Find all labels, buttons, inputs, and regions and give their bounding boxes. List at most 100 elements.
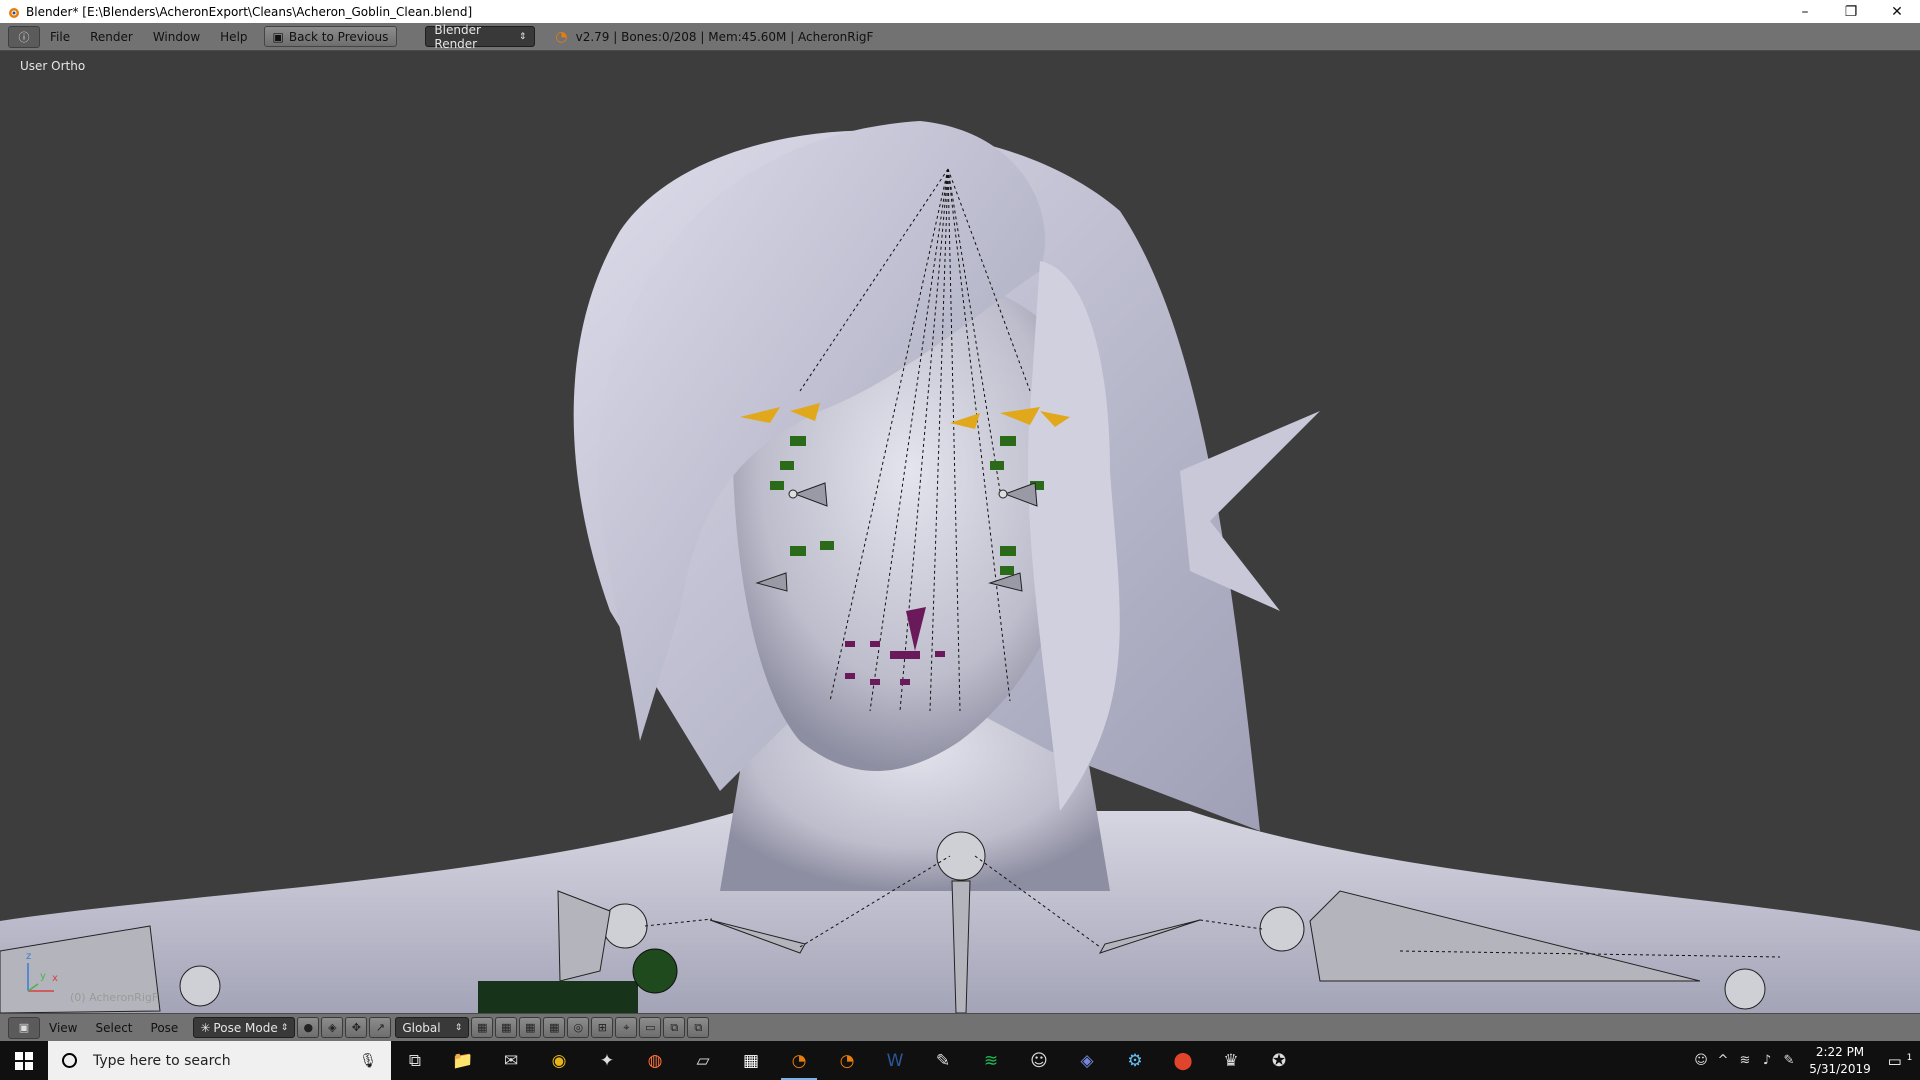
- selected-bone-block: [478, 981, 638, 1013]
- restore-button[interactable]: ❐: [1828, 0, 1874, 23]
- mail-icon: ✉: [503, 1050, 519, 1071]
- manipulator-icon: ✥: [351, 1021, 361, 1034]
- taskbar-app-steam[interactable]: ⚙: [1111, 1041, 1159, 1080]
- taskbar-app-blender-a[interactable]: ◔: [775, 1041, 823, 1080]
- copy-icon: ⧉: [670, 1020, 679, 1034]
- microphone-icon[interactable]: 🎙: [359, 1053, 377, 1069]
- people-icon[interactable]: ☺: [1690, 1053, 1712, 1068]
- layer-button-3[interactable]: ▦: [519, 1017, 542, 1038]
- taskbar-app-discord[interactable]: ◈: [1063, 1041, 1111, 1080]
- steam-icon: ⚙: [1127, 1050, 1143, 1071]
- render-engine-select[interactable]: Blender Render ⇕: [425, 23, 536, 51]
- render-engine-label: Blender Render: [434, 22, 481, 51]
- menu-file[interactable]: File: [40, 30, 80, 44]
- system-tray: ☺ ^ ≋ ♪ ✎ 2:22 PM 5/31/2019 ▭ 1: [1690, 1041, 1920, 1080]
- chrome-icon: ◉: [551, 1050, 567, 1071]
- copy-pose-button[interactable]: ⧉: [663, 1017, 686, 1038]
- menu-window[interactable]: Window: [143, 30, 210, 44]
- blender-b-icon: ◔: [839, 1050, 855, 1071]
- task-view-icon: ⧉: [408, 1050, 422, 1071]
- back-to-previous-label: Back to Previous: [288, 29, 389, 44]
- blender-stats-icon: ◔: [555, 28, 568, 45]
- notification-count: 1: [1906, 1052, 1913, 1063]
- windows-taskbar: Type here to search 🎙 ⧉ 📁 ✉ ◉ ✦ ◍ ▱ ▦ ◔ ◔ W ✎ ≋ ☺ ◈ ⚙ ⬤ ♛…: [0, 1041, 1920, 1080]
- taskbar-app-mail[interactable]: ✉: [487, 1041, 535, 1080]
- info-icon: ⓘ: [18, 30, 30, 44]
- taskbar-app-file-explorer[interactable]: 📁: [439, 1041, 487, 1080]
- taskbar-app-word[interactable]: W: [871, 1041, 919, 1080]
- clock-date: 5/31/2019: [1809, 1061, 1871, 1076]
- taskbar-search-box[interactable]: Type here to search 🎙: [48, 1041, 391, 1080]
- pen-icon[interactable]: ✎: [1778, 1053, 1800, 1068]
- shading-button[interactable]: ●: [297, 1017, 320, 1038]
- pivot-button[interactable]: ◈: [321, 1017, 344, 1038]
- menu-select[interactable]: Select: [86, 1021, 141, 1035]
- wifi-icon[interactable]: ≋: [1734, 1053, 1756, 1068]
- start-button[interactable]: [0, 1041, 48, 1080]
- manipulator-button[interactable]: ✥: [345, 1017, 368, 1038]
- layer-button-2[interactable]: ▦: [495, 1017, 518, 1038]
- axis-x-label: x: [52, 973, 58, 984]
- cube-icon: ▣: [18, 1021, 30, 1034]
- back-to-previous-button[interactable]: ▣ Back to Previous: [263, 26, 398, 47]
- layer-button-1[interactable]: ▦: [471, 1017, 494, 1038]
- taskbar-app-task-view[interactable]: ⧉: [391, 1041, 439, 1080]
- snap-target-button[interactable]: ⌖: [615, 1017, 638, 1038]
- proportional-edit-button[interactable]: ◎: [567, 1017, 590, 1038]
- clock[interactable]: 2:22 PM 5/31/2019: [1800, 1044, 1880, 1078]
- menu-view[interactable]: View: [40, 1021, 86, 1035]
- window-title: Blender* [E:\Blenders\AcheronExport\Clea…: [26, 4, 473, 19]
- word-icon: W: [886, 1050, 904, 1071]
- speech-bubble-icon: ▭: [1887, 1051, 1902, 1070]
- spotify-icon: ≋: [983, 1050, 999, 1071]
- taskbar-app-firefox[interactable]: ◍: [631, 1041, 679, 1080]
- mode-select[interactable]: ✳ Pose Mode ⇕: [193, 1017, 296, 1038]
- proportional-icon: ◎: [573, 1021, 584, 1034]
- solid-sphere-icon: ●: [303, 1021, 314, 1034]
- menu-help[interactable]: Help: [210, 30, 257, 44]
- menu-render[interactable]: Render: [80, 30, 143, 44]
- view3d-header: ▣ View Select Pose ✳ Pose Mode ⇕ ● ◈ ✥ ↗…: [0, 1013, 1920, 1041]
- taskbar-app-maps[interactable]: ⬤: [1159, 1041, 1207, 1080]
- editor-type-button[interactable]: ⓘ: [8, 25, 40, 48]
- layer-icon: ▦: [477, 1021, 488, 1034]
- taskbar-app-game-a[interactable]: ☺: [1015, 1041, 1063, 1080]
- chevron-up-icon[interactable]: ^: [1712, 1053, 1734, 1068]
- minimize-button[interactable]: –: [1782, 0, 1828, 23]
- window-titlebar: Blender* [E:\Blenders\AcheronExport\Clea…: [0, 0, 1920, 23]
- notification-center-icon[interactable]: ▭ 1: [1880, 1052, 1920, 1070]
- volume-icon[interactable]: ♪: [1756, 1053, 1778, 1068]
- blender-logo-icon: [9, 7, 19, 18]
- taskbar-app-blender-b[interactable]: ◔: [823, 1041, 871, 1080]
- taskbar-app-game-c[interactable]: ✪: [1255, 1041, 1303, 1080]
- character-model: [0, 121, 1920, 1013]
- blender-a-icon: ◔: [791, 1050, 807, 1071]
- taskbar-app-game-b[interactable]: ♛: [1207, 1041, 1255, 1080]
- close-button[interactable]: ✕: [1874, 0, 1920, 23]
- file-explorer-icon: 📁: [452, 1050, 474, 1071]
- clock-time: 2:22 PM: [1815, 1044, 1865, 1059]
- snap-button[interactable]: ⊞: [591, 1017, 614, 1038]
- info-header: ⓘ File Render Window Help ▣ Back to Prev…: [0, 23, 1920, 51]
- taskbar-app-calculator[interactable]: ▦: [727, 1041, 775, 1080]
- translate-button[interactable]: ↗: [369, 1017, 392, 1038]
- taskbar-app-sketch[interactable]: ✎: [919, 1041, 967, 1080]
- layer-button-4[interactable]: ▦: [543, 1017, 566, 1038]
- orientation-select[interactable]: Global ⇕: [395, 1017, 470, 1038]
- paste-pose-button[interactable]: ⧉: [687, 1017, 710, 1038]
- active-object-label: (0) AcheronRigF: [70, 991, 159, 1004]
- taskbar-app-spotify[interactable]: ≋: [967, 1041, 1015, 1080]
- orientation-label: Global: [402, 1020, 441, 1035]
- mode-label: Pose Mode: [213, 1020, 278, 1035]
- discord-icon: ◈: [1080, 1050, 1094, 1071]
- taskbar-app-app-generic[interactable]: ✦: [583, 1041, 631, 1080]
- render-preview-button[interactable]: ▭: [639, 1017, 662, 1038]
- menu-pose[interactable]: Pose: [142, 1021, 188, 1035]
- axis-z-label: z: [26, 951, 32, 962]
- taskbar-app-notepad[interactable]: ▱: [679, 1041, 727, 1080]
- view3d-editor-type-button[interactable]: ▣: [8, 1016, 40, 1039]
- updown-arrows-icon: ⇕: [518, 31, 527, 42]
- view-label: User Ortho: [20, 59, 86, 73]
- taskbar-app-chrome[interactable]: ◉: [535, 1041, 583, 1080]
- 3d-viewport[interactable]: User Ortho z y x (0) AcheronRigF: [0, 51, 1920, 1013]
